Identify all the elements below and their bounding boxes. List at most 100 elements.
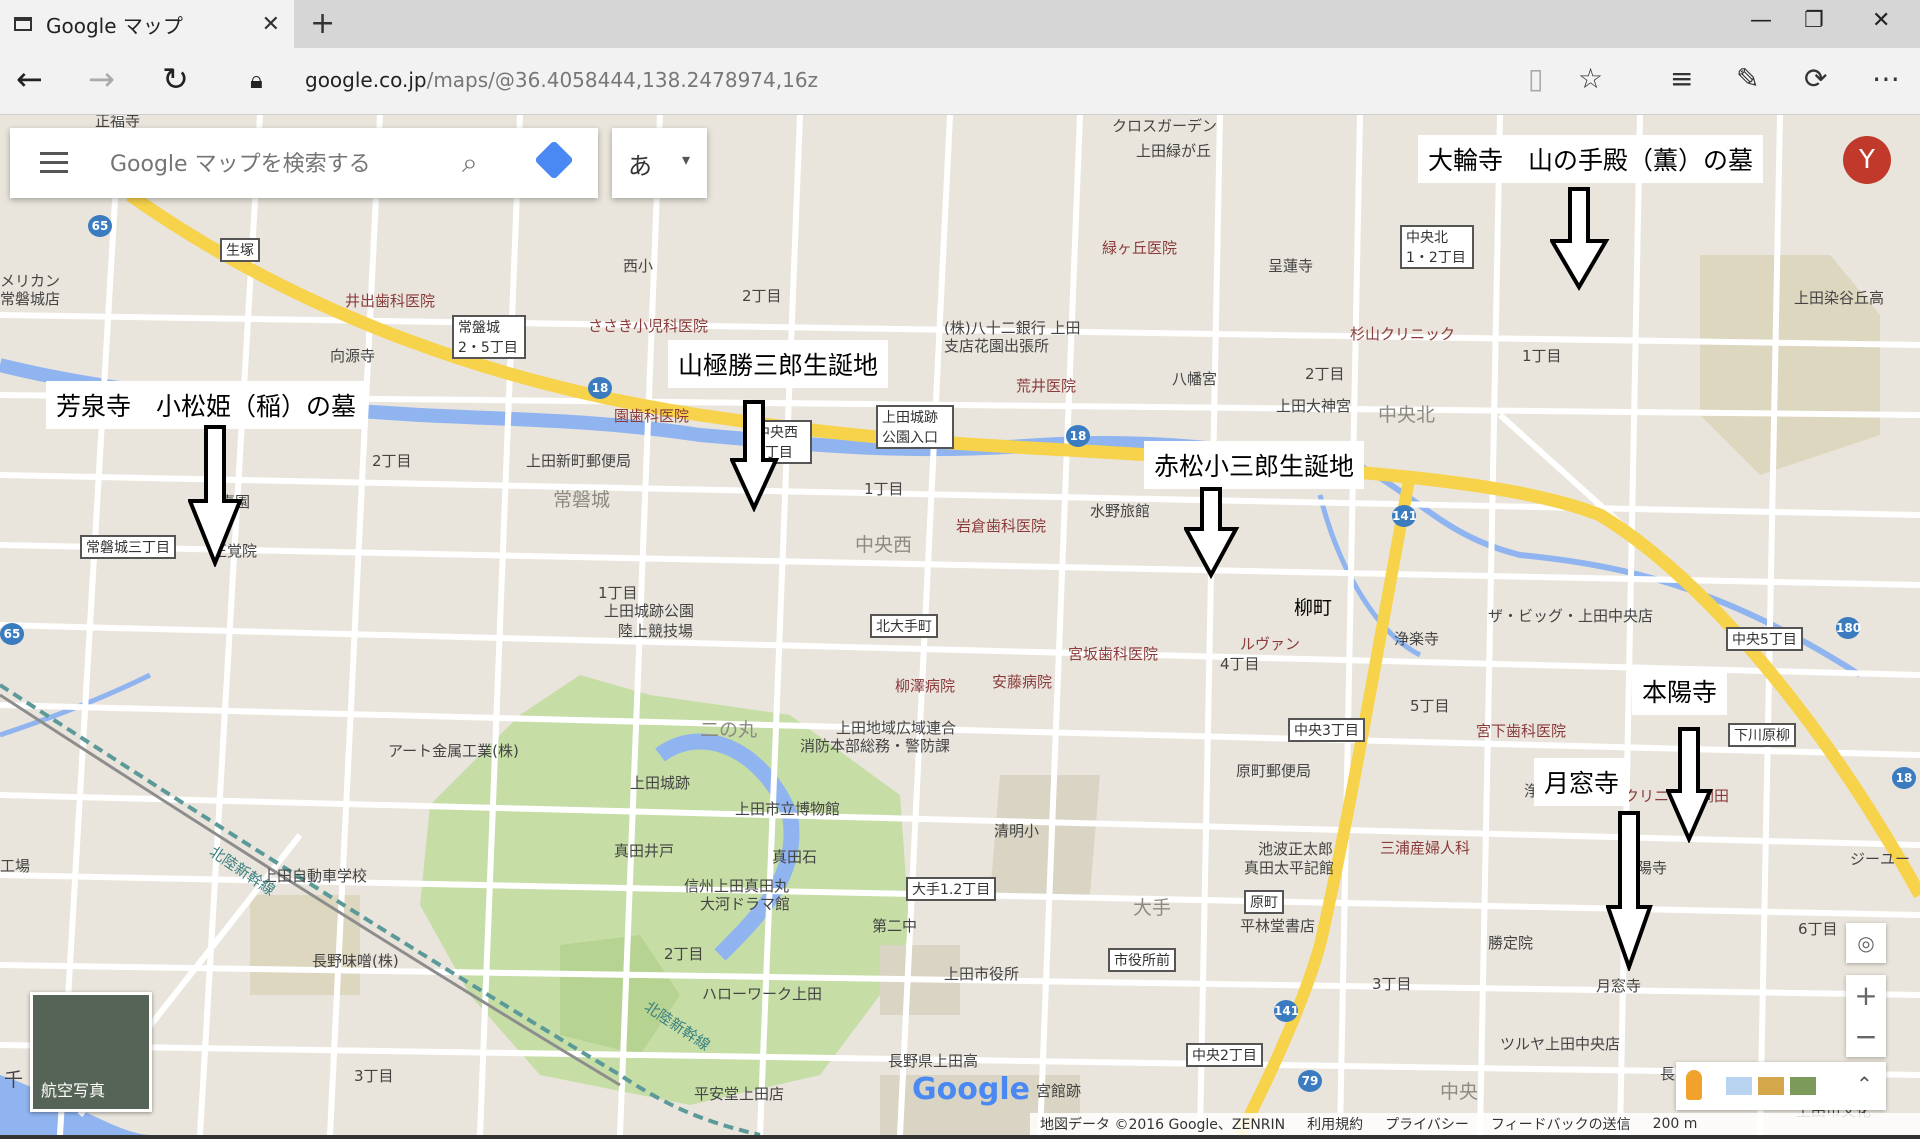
down-arrow-icon <box>1666 727 1714 843</box>
poi-label[interactable]: 上田城跡公園 <box>604 600 694 621</box>
url-field[interactable]: google.co.jp/maps/@36.4058444,138.247897… <box>305 68 818 92</box>
hub-icon[interactable]: ≡ <box>1670 62 1693 95</box>
close-tab-icon[interactable]: ✕ <box>262 12 280 37</box>
thumbnail-icon[interactable] <box>1758 1077 1784 1095</box>
poi-label[interactable]: アート金属工業(株) <box>388 740 519 761</box>
poi-label: 3丁目 <box>1372 975 1412 993</box>
poi-label[interactable]: 陸上競技場 <box>618 620 693 641</box>
poi-label[interactable]: 八幡宮 <box>1172 368 1217 389</box>
poi-label[interactable]: ツルヤ上田中央店 <box>1500 1033 1620 1054</box>
poi-label[interactable]: 浄楽寺 <box>1394 628 1439 649</box>
forward-icon[interactable]: → <box>88 60 115 98</box>
poi-label[interactable]: 大河ドラマ館 <box>700 893 790 914</box>
map-canvas[interactable]: 常磐城 中央西 中央北 二の丸 大手 中央 柳町 生塚 常盤城 2・5丁目 上田… <box>0 115 1920 1135</box>
ime-toggle[interactable]: あ ▾ <box>612 128 707 198</box>
favorite-star-icon[interactable]: ☆ <box>1578 62 1603 95</box>
poi-label[interactable]: 真田井戸 <box>614 840 674 861</box>
poi-label[interactable]: 上田新町郵便局 <box>526 450 631 471</box>
avatar[interactable]: Y <box>1843 136 1891 184</box>
zoom-out-button[interactable]: − <box>1846 1016 1886 1057</box>
poi-label[interactable]: 井出歯科医院 <box>345 290 435 311</box>
poi-label[interactable]: 第二中 <box>872 915 917 936</box>
restore-icon[interactable]: ❐ <box>1804 8 1824 33</box>
refresh-icon[interactable]: ↻ <box>162 60 189 98</box>
poi-label[interactable]: 上田市役所 <box>944 963 1019 984</box>
poi-label[interactable]: 杉山クリニック <box>1350 323 1455 344</box>
poi-label[interactable]: 支店花園出張所 <box>944 335 1049 356</box>
poi-label[interactable]: 平林堂書店 <box>1240 915 1315 936</box>
poi-label[interactable]: ハローワーク上田 <box>702 983 822 1004</box>
poi-label[interactable]: 緑ヶ丘医院 <box>1102 237 1177 258</box>
back-icon[interactable]: ← <box>16 60 43 98</box>
poi-label[interactable]: 清明小 <box>994 820 1039 841</box>
privacy-link[interactable]: プライバシー <box>1385 1114 1469 1134</box>
terms-link[interactable]: 利用規約 <box>1307 1114 1363 1134</box>
aerial-label: 航空写真 <box>41 1081 106 1100</box>
close-window-icon[interactable]: ✕ <box>1872 8 1890 33</box>
poi-label[interactable]: 三浦産婦人科 <box>1380 837 1470 858</box>
search-input[interactable] <box>108 146 452 182</box>
poi-label[interactable]: 上田大神宮 <box>1276 395 1351 416</box>
road-sign: 常磐城三丁目 <box>80 535 176 559</box>
poi-label[interactable]: 呈蓮寺 <box>1268 255 1313 276</box>
poi-label[interactable]: 上田緑が丘 <box>1136 140 1211 161</box>
dropdown-caret-icon[interactable]: ▾ <box>682 150 690 169</box>
poi-label[interactable]: クロスガーデン <box>1112 115 1217 136</box>
pegman-icon[interactable] <box>1686 1070 1702 1100</box>
scale-label[interactable]: 200 m <box>1653 1116 1698 1132</box>
poi-label[interactable]: 宮館跡 <box>1036 1080 1081 1101</box>
poi-label[interactable]: 園歯科医院 <box>614 405 689 426</box>
poi-label[interactable]: 向源寺 <box>330 345 375 366</box>
poi-label[interactable]: 荒井医院 <box>1016 375 1076 396</box>
poi-label[interactable]: 岩倉歯科医院 <box>956 515 1046 536</box>
poi-label[interactable]: 上田染谷丘高 <box>1794 287 1884 308</box>
aerial-view-toggle[interactable]: 航空写真 <box>30 992 152 1112</box>
poi-label[interactable]: 長野県上田高 <box>888 1050 978 1071</box>
poi-label[interactable]: 西小 <box>623 255 653 276</box>
poi-label[interactable]: 上田城跡 <box>630 772 690 793</box>
poi-label[interactable]: ルヴァン <box>1240 633 1300 654</box>
route-shield: 18 <box>1066 425 1090 447</box>
poi-label[interactable]: ザ・ビッグ・上田中央店 <box>1488 605 1653 626</box>
menu-icon[interactable] <box>40 152 68 174</box>
poi-label[interactable]: 安藤病院 <box>992 671 1052 692</box>
poi-label[interactable]: 平安堂上田店 <box>694 1083 784 1104</box>
web-note-icon[interactable]: ✎ <box>1736 62 1759 95</box>
address-bar: ← → ↻ 🔒︎ google.co.jp/maps/@36.4058444,1… <box>0 48 1920 115</box>
minimize-icon[interactable]: — <box>1750 8 1772 33</box>
poi-label[interactable]: 消防本部総務・警防課 <box>800 735 950 756</box>
poi-label[interactable]: 水野旅館 <box>1090 500 1150 521</box>
road-sign: 中央5丁目 <box>1726 627 1803 651</box>
poi-label[interactable]: 月窓寺 <box>1596 975 1641 996</box>
poi-label[interactable]: 宮下歯科医院 <box>1476 720 1566 741</box>
poi-label[interactable]: 柳澤病院 <box>895 675 955 696</box>
poi-label[interactable]: 原町郵便局 <box>1236 760 1311 781</box>
search-icon[interactable]: ⌕ <box>462 146 478 180</box>
poi-label[interactable]: 常磐城店 <box>0 288 60 309</box>
share-icon[interactable]: ⟳ <box>1804 62 1827 95</box>
poi-label[interactable]: ジーユー <box>1850 848 1910 869</box>
poi-label[interactable]: 上田市立博物館 <box>735 798 840 819</box>
thumbnail-icon[interactable] <box>1790 1077 1816 1095</box>
browser-tab[interactable]: Google マップ ✕ <box>0 0 294 48</box>
poi-label[interactable]: 勝定院 <box>1488 932 1533 953</box>
poi-label[interactable]: ささき小児科医院 <box>588 315 708 336</box>
poi-label[interactable]: 宮坂歯科医院 <box>1068 643 1158 664</box>
more-icon[interactable]: ⋯ <box>1872 62 1900 95</box>
zoom-in-button[interactable]: + <box>1846 975 1886 1016</box>
poi-label[interactable]: 真田石 <box>772 846 817 867</box>
my-location-icon[interactable]: ◎ <box>1846 923 1886 963</box>
feedback-link[interactable]: フィードバックの送信 <box>1491 1114 1631 1134</box>
poi-label[interactable]: 池波正太郎 <box>1258 838 1333 859</box>
expand-icon[interactable]: ⌃ <box>1856 1072 1873 1096</box>
new-tab-icon[interactable]: + <box>310 6 335 41</box>
poi-label[interactable]: 工場 <box>0 855 30 876</box>
area-label: 中央西 <box>855 534 913 556</box>
route-shield: 65 <box>0 623 24 645</box>
poi-label[interactable]: 真田太平記館 <box>1244 857 1334 878</box>
thumbnail-icon[interactable] <box>1726 1077 1752 1095</box>
poi-label[interactable]: 長野味噌(株) <box>312 950 399 971</box>
area-label: 大手 <box>1133 897 1172 919</box>
directions-icon[interactable] <box>534 140 574 180</box>
reading-view-icon[interactable]: ▯ <box>1528 62 1543 95</box>
